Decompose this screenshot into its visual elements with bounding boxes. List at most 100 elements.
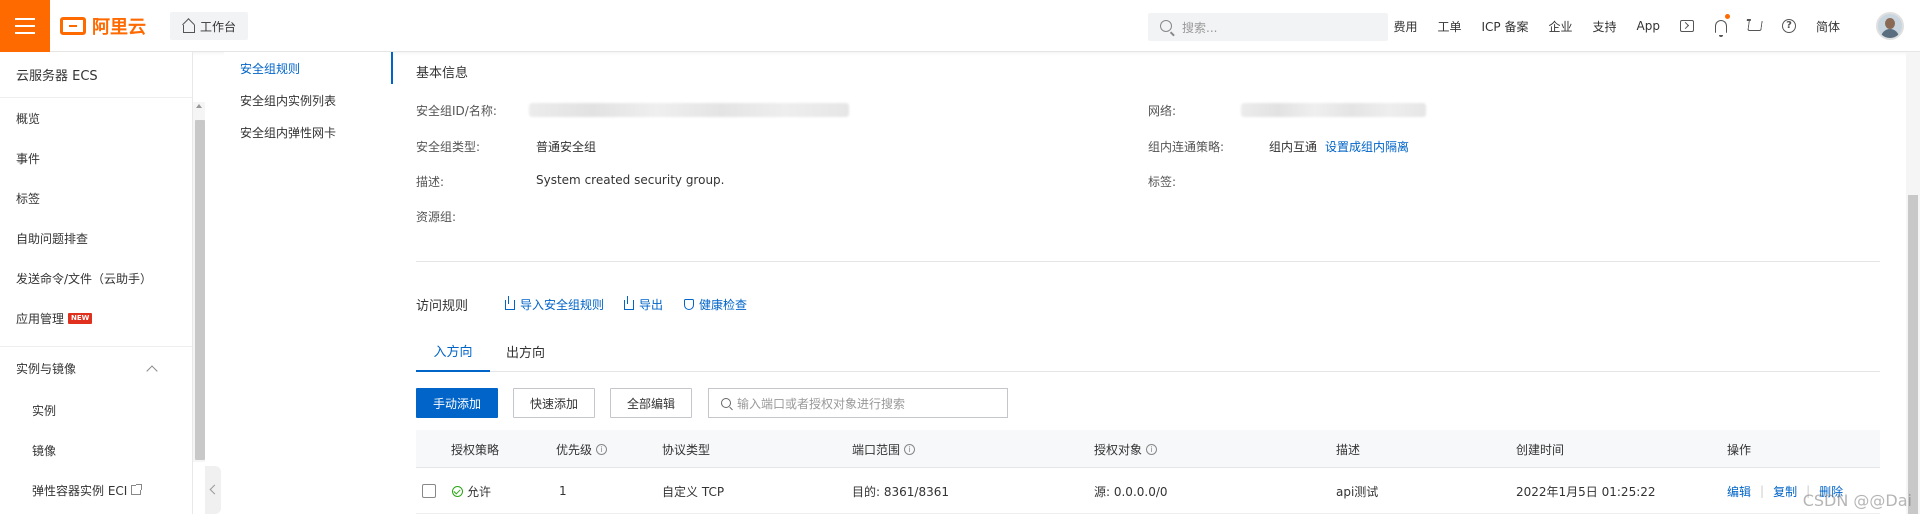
cart-icon — [1747, 21, 1763, 31]
sidebar-item-overview[interactable]: 概览 — [0, 98, 192, 138]
row-checkbox-cell — [422, 468, 436, 514]
new-badge: NEW — [68, 312, 93, 324]
nav-app[interactable]: App — [1627, 19, 1670, 33]
edit-all-button[interactable]: 全部编辑 — [610, 388, 692, 418]
col-port-label: 端口范围 — [852, 442, 901, 457]
row-policy: 允许 — [452, 468, 491, 514]
terminal-button[interactable] — [1670, 0, 1704, 52]
security-group-subnav: 安全组规则 安全组内实例列表 安全组内弹性网卡 — [224, 52, 392, 514]
import-rules-label: 导入安全组规则 — [520, 298, 605, 312]
top-nav: 费用 工单 ICP 备案 企业 支持 App ? 简体 — [1383, 0, 1850, 52]
col-priority-label: 优先级 — [556, 442, 593, 457]
nav-tickets[interactable]: 工单 — [1428, 18, 1472, 35]
export-icon — [624, 295, 634, 310]
sidebar-item-send-command[interactable]: 发送命令/文件（云助手） — [0, 258, 192, 298]
separator: | — [1760, 484, 1765, 498]
row-created: 2022年1月5日 01:25:22 — [1516, 484, 1656, 499]
subnav-item-instances[interactable]: 安全组内实例列表 — [224, 84, 392, 116]
tab-inbound[interactable]: 入方向 — [416, 330, 490, 372]
copy-link[interactable]: 复制 — [1773, 483, 1797, 500]
language-switch[interactable]: 简体 — [1806, 18, 1850, 35]
logo-mark-icon — [60, 17, 86, 35]
tags-label: 标签: — [1148, 175, 1177, 189]
direction-tabs: 入方向 出方向 — [416, 330, 1880, 372]
sidebar-collapse-handle[interactable] — [205, 466, 221, 514]
desc-value: System created security group. — [536, 173, 725, 187]
section-divider — [416, 261, 1880, 262]
sidebar-scrollbar-thumb[interactable] — [195, 120, 205, 460]
nav-icp[interactable]: ICP 备案 — [1472, 18, 1539, 35]
col-source: 授权对象 i — [1094, 430, 1158, 468]
set-isolation-link[interactable]: 设置成组内隔离 — [1325, 138, 1409, 155]
sidebar-item-tags[interactable]: 标签 — [0, 178, 192, 218]
sidebar-item-label: 应用管理 — [16, 311, 65, 326]
sg-type-label: 安全组类型: — [416, 140, 481, 154]
col-port: 端口范围 i — [852, 430, 916, 468]
sidebar-title: 云服务器 ECS — [0, 52, 192, 98]
add-manual-button[interactable]: 手动添加 — [416, 388, 498, 418]
health-check-button[interactable]: 健康检查 — [684, 296, 747, 313]
rule-search-placeholder: 输入端口或者授权对象进行搜索 — [737, 396, 906, 411]
import-icon — [505, 295, 515, 310]
tab-outbound[interactable]: 出方向 — [506, 330, 545, 372]
notification-button[interactable] — [1704, 0, 1738, 52]
main-content: 基本信息 安全组ID/名称: 网络: 安全组类型: 普通安全组 组内连通策略: … — [416, 52, 1880, 514]
cart-button[interactable] — [1738, 0, 1772, 52]
row-policy-label: 允许 — [467, 484, 492, 499]
policy-label: 组内连通策略: — [1148, 140, 1225, 154]
main-scrollbar-thumb[interactable] — [1908, 195, 1918, 514]
row-checkbox[interactable] — [422, 484, 436, 498]
health-check-label: 健康检查 — [699, 298, 748, 312]
check-circle-icon — [452, 485, 463, 497]
sidebar-item-app-management[interactable]: 应用管理 NEW — [0, 298, 192, 338]
avatar[interactable] — [1876, 12, 1904, 40]
nav-support[interactable]: 支持 — [1583, 18, 1627, 35]
add-quick-button[interactable]: 快速添加 — [513, 388, 595, 418]
import-rules-button[interactable]: 导入安全组规则 — [505, 295, 605, 313]
rule-search-input[interactable]: 输入端口或者授权对象进行搜索 — [708, 388, 1008, 418]
subnav-item-rules[interactable]: 安全组规则 — [224, 52, 392, 84]
subnav-item-enis[interactable]: 安全组内弹性网卡 — [224, 116, 392, 148]
search-icon — [1160, 20, 1172, 32]
network-value-redacted — [1241, 103, 1426, 117]
col-description: 描述 — [1336, 442, 1361, 457]
sidebar-item-label: 弹性容器实例 ECI — [32, 483, 128, 498]
sidebar-group-instances-images[interactable]: 实例与镜像 — [0, 346, 192, 390]
help-button[interactable]: ? — [1772, 0, 1806, 52]
sidebar-item-troubleshoot[interactable]: 自助问题排查 — [0, 218, 192, 258]
export-button[interactable]: 导出 — [624, 295, 663, 313]
shield-icon — [684, 299, 694, 310]
sg-id-value-redacted — [529, 103, 849, 117]
network-label: 网络: — [1148, 104, 1177, 118]
info-icon[interactable]: i — [904, 443, 916, 455]
aliyun-logo[interactable]: 阿里云 — [60, 13, 146, 39]
sidebar: 云服务器 ECS 概览 事件 标签 自助问题排查 发送命令/文件（云助手） 应用… — [0, 52, 193, 514]
rules-title: 访问规则 — [416, 299, 469, 314]
chevron-up-icon — [146, 364, 158, 377]
rules-table-header: 授权策略 优先级 i 协议类型 端口范围 i 授权对象 i 描述 创建时间 操作 — [416, 430, 1880, 468]
col-policy: 授权策略 — [451, 442, 500, 457]
menu-icon[interactable] — [0, 0, 50, 52]
sidebar-item-images[interactable]: 镜像 — [0, 430, 192, 470]
sidebar-item-events[interactable]: 事件 — [0, 138, 192, 178]
global-search-input[interactable]: 搜索... — [1148, 13, 1388, 41]
row-source: 源: 0.0.0.0/0 — [1094, 484, 1168, 499]
sidebar-group-label: 实例与镜像 — [16, 362, 77, 376]
workbench-button[interactable]: 工作台 — [170, 12, 249, 40]
watermark: CSDN @@Dai — [1802, 491, 1912, 510]
sg-type-value: 普通安全组 — [536, 140, 597, 154]
col-source-label: 授权对象 — [1094, 442, 1143, 457]
sidebar-item-instances[interactable]: 实例 — [0, 390, 192, 430]
sg-id-label: 安全组ID/名称: — [416, 104, 497, 118]
subnav-active-indicator — [391, 52, 393, 84]
info-icon[interactable]: i — [1146, 443, 1158, 455]
edit-link[interactable]: 编辑 — [1727, 483, 1751, 500]
info-icon[interactable]: i — [596, 443, 608, 455]
col-created: 创建时间 — [1516, 442, 1565, 457]
nav-enterprise[interactable]: 企业 — [1539, 18, 1583, 35]
table-row: 允许 1 自定义 TCP 目的: 8361/8361 源: 0.0.0.0/0 … — [416, 468, 1880, 514]
scroll-up-icon[interactable] — [196, 104, 202, 108]
row-description: api测试 — [1336, 484, 1379, 499]
nav-fees[interactable]: 费用 — [1383, 18, 1427, 35]
sidebar-item-eci[interactable]: 弹性容器实例 ECI — [0, 470, 192, 510]
